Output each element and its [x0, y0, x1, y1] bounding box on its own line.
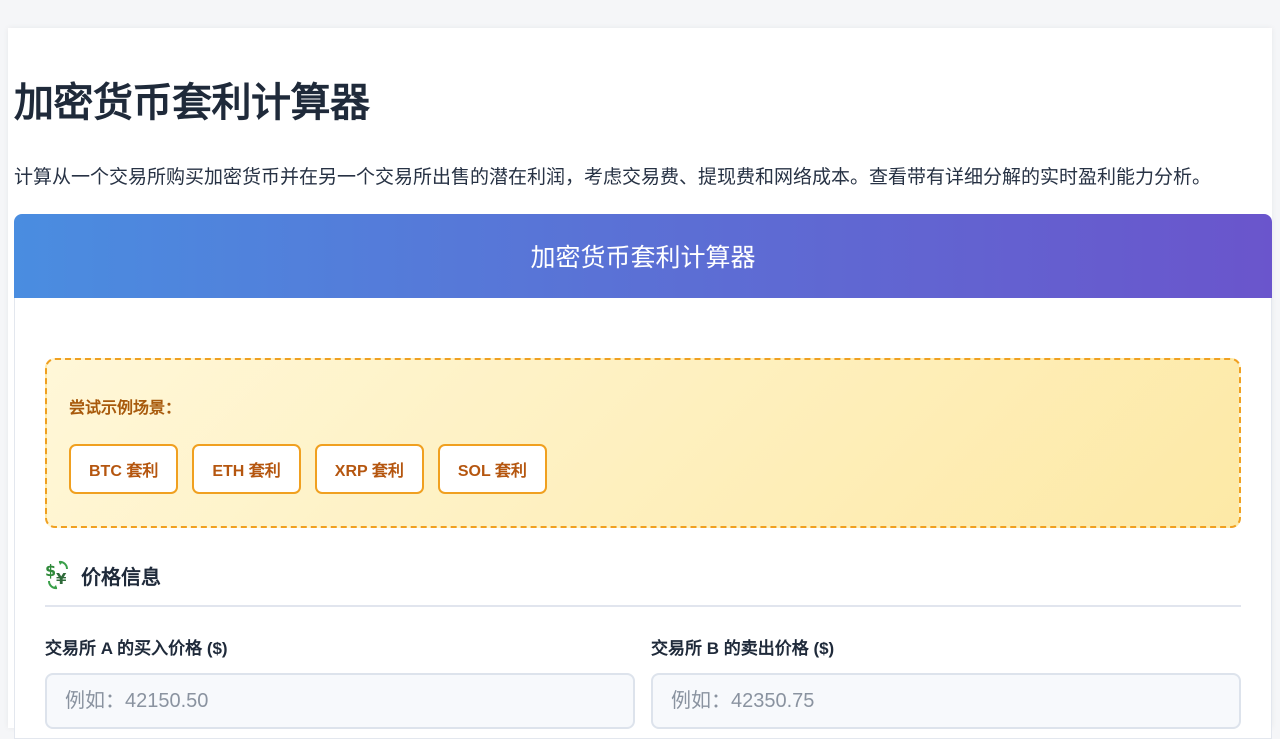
example-sol-button[interactable]: SOL 套利: [437, 444, 547, 494]
example-eth-button[interactable]: ETH 套利: [192, 444, 301, 494]
buy-price-field: 交易所 A 的买入价格 ($): [45, 634, 635, 729]
buy-price-input[interactable]: [45, 673, 635, 729]
sell-price-label: 交易所 B 的卖出价格 ($): [651, 639, 835, 658]
svg-text:$: $: [45, 561, 56, 580]
calculator-card: 加密货币套利计算器 尝试示例场景： BTC 套利 ETH 套利 XRP 套利 S…: [14, 214, 1272, 739]
example-xrp-button[interactable]: XRP 套利: [314, 444, 424, 494]
calculator-header: 加密货币套利计算器: [14, 214, 1272, 298]
sell-price-input[interactable]: [651, 673, 1241, 729]
calculator-body: 尝试示例场景： BTC 套利 ETH 套利 XRP 套利 SOL 套利 $ ¥: [14, 298, 1272, 739]
price-info-heading: $ ¥ 价格信息: [45, 560, 161, 590]
section-divider: [45, 605, 1241, 607]
currency-exchange-icon: $ ¥: [45, 560, 71, 590]
example-btc-button[interactable]: BTC 套利: [69, 444, 179, 494]
page-title: 加密货币套利计算器: [14, 81, 370, 125]
svg-text:¥: ¥: [56, 570, 67, 588]
buy-price-label: 交易所 A 的买入价格 ($): [45, 639, 228, 658]
calculator-header-title: 加密货币套利计算器: [530, 244, 756, 272]
example-buttons-row: BTC 套利 ETH 套利 XRP 套利 SOL 套利: [69, 444, 547, 494]
page-description: 计算从一个交易所购买加密货币并在另一个交易所出售的潜在利润，考虑交易费、提现费和…: [14, 167, 1212, 188]
example-scenarios-panel: 尝试示例场景： BTC 套利 ETH 套利 XRP 套利 SOL 套利: [45, 358, 1241, 528]
example-scenarios-title: 尝试示例场景：: [69, 400, 182, 417]
page-container: 加密货币套利计算器 计算从一个交易所购买加密货币并在另一个交易所出售的潜在利润，…: [8, 28, 1272, 739]
sell-price-field: 交易所 B 的卖出价格 ($): [651, 634, 1241, 729]
price-info-title: 价格信息: [81, 566, 161, 589]
